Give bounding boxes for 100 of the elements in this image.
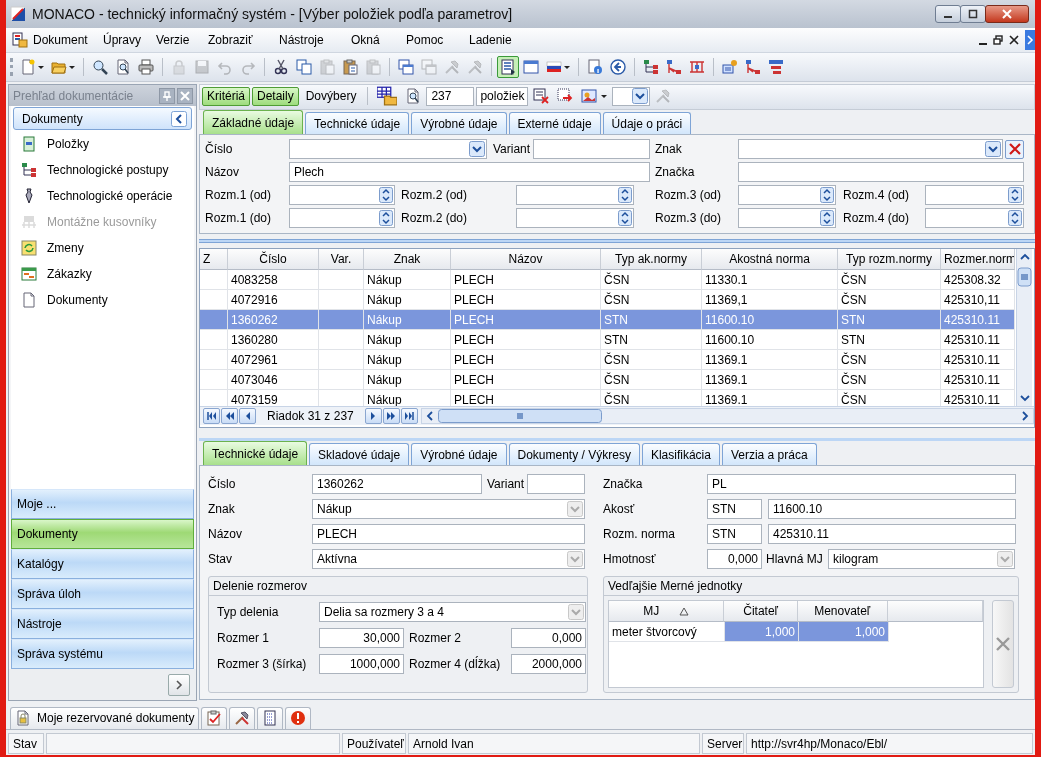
caret-icon[interactable] [38, 65, 44, 69]
dropdown-field[interactable]: Nákup [312, 499, 585, 519]
spinner-icon[interactable] [820, 210, 834, 226]
scrollbar-thumb[interactable] [437, 409, 602, 423]
scrollbar-thumb[interactable] [1017, 267, 1032, 287]
next-button[interactable] [364, 408, 382, 424]
last-button[interactable] [400, 408, 418, 424]
clipboard-icon[interactable] [342, 59, 358, 75]
vertical-scrollbar[interactable] [1016, 249, 1032, 406]
caret-icon[interactable] [601, 94, 608, 98]
input-field[interactable]: PL [707, 474, 1016, 494]
tab[interactable]: Údaje o práci [602, 112, 692, 134]
collapse-icon[interactable] [171, 110, 187, 127]
close-button[interactable] [985, 5, 1029, 23]
navigation-button[interactable]: Správa systému [11, 639, 194, 669]
column-header[interactable]: Znak [364, 249, 451, 270]
spin-field[interactable] [925, 208, 1024, 228]
document-info-icon[interactable] [587, 59, 603, 75]
count-field[interactable]: 237 [426, 86, 475, 106]
input-field[interactable] [533, 139, 650, 159]
input-field[interactable]: 11600.10 [768, 499, 1016, 519]
column-header[interactable]: Typ rozm.normy [838, 249, 941, 270]
input-field[interactable]: 2000,000 [511, 654, 586, 674]
menu-item[interactable]: Úpravy [98, 33, 151, 47]
tab[interactable] [257, 706, 284, 729]
tab[interactable]: Skladové údaje [309, 443, 410, 465]
column-header[interactable]: Akostná norma [702, 249, 838, 270]
spinner-icon[interactable] [1008, 187, 1022, 203]
menu-item[interactable]: Pomoc [401, 33, 464, 47]
document-view-icon[interactable] [500, 59, 516, 75]
tab[interactable]: Dokumenty / Výkresy [508, 443, 640, 465]
printer-icon[interactable] [138, 59, 154, 75]
dropdown-field[interactable] [289, 139, 487, 159]
window-icon[interactable] [523, 59, 539, 75]
toggle-button[interactable]: Detaily [252, 86, 299, 106]
input-field[interactable] [527, 474, 585, 494]
spinner-icon[interactable] [618, 187, 632, 203]
tab[interactable]: Externé údaje [508, 112, 601, 134]
tab[interactable] [201, 706, 228, 729]
input-field[interactable]: 1360262 [312, 474, 482, 494]
previous-page-button[interactable] [221, 408, 238, 424]
tree-icon[interactable] [643, 59, 659, 75]
navigation-button[interactable]: Katalógy [11, 549, 194, 579]
tree-icon[interactable] [666, 59, 682, 75]
toggle-button[interactable]: Dovýbery [300, 86, 362, 106]
assign-icon[interactable] [722, 59, 738, 75]
document-folder-icon[interactable] [12, 32, 28, 48]
tab[interactable] [285, 706, 312, 729]
input-field[interactable]: 425310.11 [768, 524, 1016, 544]
restore-icon[interactable] [993, 35, 1003, 45]
document-delete-icon[interactable] [533, 88, 550, 104]
tab[interactable]: Technické údaje [203, 441, 308, 465]
input-field[interactable]: PLECH [312, 524, 585, 544]
column-header[interactable]: Číslo [228, 249, 319, 270]
sidebar-item[interactable]: Technologické operácie [47, 189, 173, 203]
navigation-button[interactable]: Nástroje [11, 609, 194, 639]
sidebar-item[interactable]: Technologické postupy [47, 163, 169, 177]
spin-field[interactable] [289, 185, 395, 205]
spin-field[interactable] [516, 208, 634, 228]
page-preview-icon[interactable] [405, 88, 422, 104]
pin-button[interactable] [159, 87, 175, 104]
menu-item[interactable]: Okná [346, 33, 401, 47]
spinner-icon[interactable] [618, 210, 632, 226]
column-header[interactable]: Typ ak.normy [601, 249, 702, 270]
export-icon[interactable] [557, 88, 574, 104]
input-field[interactable]: 0,000 [511, 628, 586, 648]
sidebar-item[interactable]: Položky [47, 137, 90, 151]
spin-field[interactable] [925, 185, 1024, 205]
column-header[interactable]: Názov [451, 249, 601, 270]
spin-field[interactable] [516, 185, 634, 205]
tab[interactable] [229, 706, 256, 729]
first-button[interactable] [203, 408, 220, 424]
minimize-button[interactable] [935, 5, 961, 23]
caret-icon[interactable] [69, 65, 75, 69]
dropdown-field[interactable]: Delia sa rozmery 3 a 4 [319, 602, 586, 622]
spinner-icon[interactable] [379, 210, 393, 226]
search-icon[interactable] [92, 59, 108, 75]
input-field[interactable] [738, 162, 1024, 182]
spin-field[interactable] [289, 208, 395, 228]
tab[interactable]: Základné údaje [203, 110, 304, 134]
picture-icon[interactable] [581, 88, 598, 104]
input-field[interactable]: 0,000 [707, 549, 762, 569]
dropdown-field[interactable]: Aktívna [312, 549, 585, 569]
expand-button[interactable] [168, 673, 190, 696]
scissors-icon[interactable] [273, 59, 289, 75]
dropdown-field[interactable]: kilogram [828, 549, 1015, 569]
navigation-button[interactable]: Správa úloh [11, 579, 194, 609]
caret-icon[interactable] [564, 65, 570, 69]
dropdown-field[interactable] [738, 139, 1003, 159]
tree-icon[interactable] [745, 59, 761, 75]
column-header[interactable]: Čitateľ [724, 601, 798, 622]
table-folder-icon[interactable] [377, 86, 398, 106]
input-field[interactable]: STN [707, 499, 762, 519]
tab[interactable]: Výrobné údaje [411, 112, 507, 134]
clear-button[interactable] [1005, 139, 1024, 159]
toggle-button[interactable]: Kritériá [202, 86, 250, 106]
horizontal-scrollbar[interactable] [420, 408, 1034, 424]
sidebar-item[interactable]: Zákazky [47, 267, 92, 281]
previous-button[interactable] [239, 408, 256, 424]
page-preview-icon[interactable] [115, 59, 131, 75]
